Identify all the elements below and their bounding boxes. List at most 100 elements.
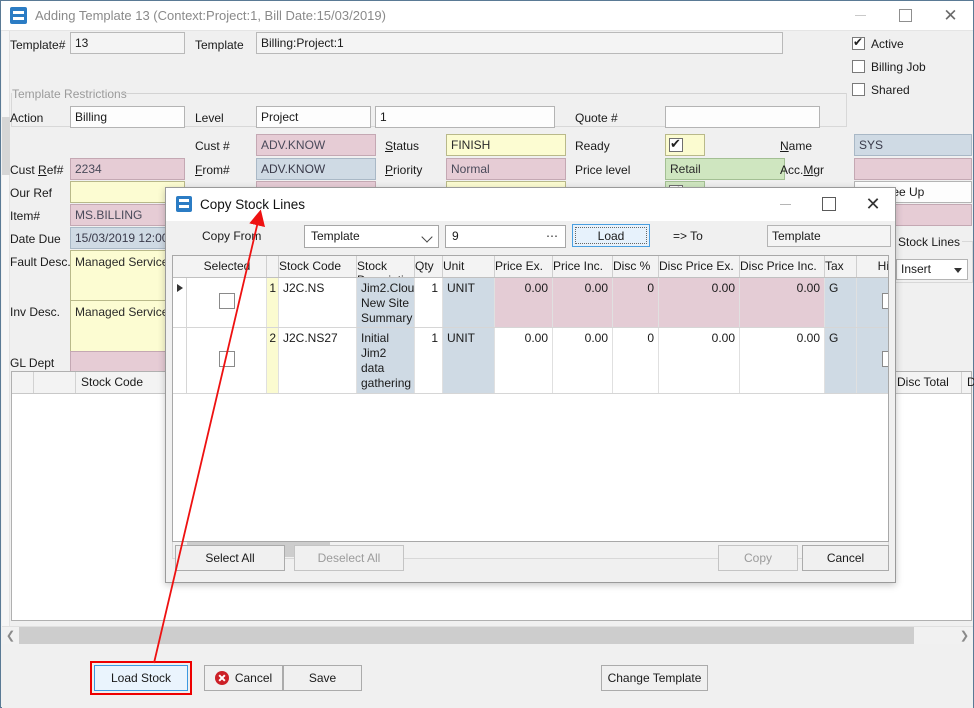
scroll-right-icon[interactable]: ❯	[956, 627, 973, 645]
action-field[interactable]: Billing	[70, 106, 185, 128]
template-field[interactable]: Billing:Project:1	[256, 32, 783, 54]
copy-stock-grid[interactable]: Selected Stock Code Stock Description Qt…	[172, 255, 889, 542]
minimize-button[interactable]	[838, 1, 883, 31]
header-hide[interactable]: Hide	[857, 256, 889, 277]
main-horizontal-scrollbar[interactable]: ❮ ❯	[2, 626, 973, 644]
insert-dropdown-value: Insert	[901, 262, 931, 276]
row-hide-checkbox[interactable]	[882, 351, 889, 367]
acc-mgr-field[interactable]	[854, 158, 972, 180]
cell-disc-pct[interactable]: 0	[613, 278, 659, 327]
cell-hide[interactable]	[857, 278, 889, 327]
header-stock-description[interactable]: Stock Description	[357, 256, 415, 277]
cell-disc-price-ex[interactable]: 0.00	[659, 278, 740, 327]
level-field[interactable]: Project	[256, 106, 371, 128]
cell-stock-code[interactable]: J2C.NS27	[279, 328, 357, 393]
dialog-toolbar: Copy From Template 9 ⋯ Load => To Templa…	[166, 221, 895, 255]
grid-col-rownum	[34, 372, 76, 393]
billing-job-checkbox[interactable]	[852, 60, 865, 73]
main-hscroll-thumb[interactable]	[19, 627, 914, 645]
header-stock-code[interactable]: Stock Code	[279, 256, 357, 277]
status-field[interactable]: FINISH	[446, 134, 566, 156]
header-disc-price-ex[interactable]: Disc Price Ex.	[659, 256, 740, 277]
cell-qty[interactable]: 1	[415, 328, 443, 393]
cell-tax[interactable]: G	[825, 328, 857, 393]
header-selected[interactable]: Selected	[188, 256, 267, 277]
ready-checkbox[interactable]	[665, 134, 705, 156]
header-unit[interactable]: Unit	[443, 256, 495, 277]
inv-desc-label: Inv Desc.	[10, 305, 60, 319]
active-checkbox[interactable]	[852, 37, 865, 50]
copy-from-id-input[interactable]: 9 ⋯	[445, 225, 566, 248]
cell-disc-price-ex[interactable]: 0.00	[659, 328, 740, 393]
cust-ref-field[interactable]: 2234	[70, 158, 185, 180]
close-button[interactable]: ✕	[928, 1, 973, 31]
select-all-button[interactable]: Select All	[175, 545, 285, 571]
cell-selected[interactable]	[188, 328, 267, 393]
quote-field[interactable]	[665, 106, 820, 128]
insert-dropdown[interactable]: Insert	[896, 259, 968, 280]
cust-field[interactable]: ADV.KNOW	[256, 134, 376, 156]
change-template-button[interactable]: Change Template	[601, 665, 708, 691]
shared-checkbox[interactable]	[852, 83, 865, 96]
from-field[interactable]: ADV.KNOW	[256, 158, 376, 180]
chevron-down-icon	[421, 231, 432, 242]
cell-price-inc[interactable]: 0.00	[553, 278, 613, 327]
priority-label: Priority	[385, 163, 422, 177]
focus-outline	[575, 227, 647, 244]
dialog-cancel-button[interactable]: Cancel	[802, 545, 889, 571]
row-hide-checkbox[interactable]	[882, 293, 889, 309]
cell-price-ex[interactable]: 0.00	[495, 278, 553, 327]
cell-disc-price-inc[interactable]: 0.00	[740, 278, 825, 327]
price-level-field[interactable]: Retail	[665, 158, 785, 180]
cell-price-ex[interactable]: 0.00	[495, 328, 553, 393]
level-number-field[interactable]: 1	[375, 106, 555, 128]
header-price-inc[interactable]: Price Inc.	[553, 256, 613, 277]
cell-price-inc[interactable]: 0.00	[553, 328, 613, 393]
load-stock-button[interactable]: Load Stock	[94, 665, 188, 691]
active-label: Active	[871, 37, 904, 51]
row-selected-checkbox[interactable]	[219, 293, 235, 309]
cell-unit[interactable]: UNIT	[443, 278, 495, 327]
left-scrollbar-thumb[interactable]	[2, 117, 10, 175]
load-button[interactable]: Load	[572, 224, 650, 247]
header-qty[interactable]: Qty	[415, 256, 443, 277]
copy-from-type-dropdown[interactable]: Template	[304, 225, 439, 248]
dialog-close-button[interactable]: ✕	[851, 188, 895, 221]
left-vertical-scrollbar[interactable]	[2, 31, 10, 626]
table-row[interactable]: 1 J2C.NS Jim2.Cloud New Site Summary 1 U…	[173, 278, 889, 328]
copy-button[interactable]: Copy	[718, 545, 798, 571]
header-tax[interactable]: Tax	[825, 256, 857, 277]
maximize-button[interactable]	[883, 1, 928, 31]
save-button[interactable]: Save	[283, 665, 362, 691]
dialog-maximize-button[interactable]	[807, 188, 851, 221]
cell-qty[interactable]: 1	[415, 278, 443, 327]
cancel-button-label: Cancel	[235, 671, 272, 685]
table-row[interactable]: 2 J2C.NS27 Initial Jim2 data gathering e…	[173, 328, 889, 394]
cell-disc-pct[interactable]: 0	[613, 328, 659, 393]
cell-stock-description[interactable]: Initial Jim2 data gathering email sent	[357, 328, 415, 393]
quote-label: Quote #	[575, 111, 618, 125]
to-template-field[interactable]: Template	[767, 225, 891, 247]
priority-field[interactable]: Normal	[446, 158, 566, 180]
window-title: Adding Template 13 (Context:Project:1, B…	[35, 8, 386, 23]
cell-hide[interactable]	[857, 328, 889, 393]
name-field[interactable]: SYS	[854, 134, 972, 156]
cust-ref-label: Cust Ref#	[10, 163, 63, 177]
main-hscroll-track[interactable]	[19, 627, 956, 645]
header-disc-price-inc[interactable]: Disc Price Inc.	[740, 256, 825, 277]
header-disc-pct[interactable]: Disc %	[613, 256, 659, 277]
cell-stock-description[interactable]: Jim2.Cloud New Site Summary	[357, 278, 415, 327]
cell-stock-code[interactable]: J2C.NS	[279, 278, 357, 327]
dialog-minimize-button[interactable]	[763, 188, 807, 221]
scroll-left-icon[interactable]: ❮	[2, 627, 19, 645]
cell-unit[interactable]: UNIT	[443, 328, 495, 393]
cell-disc-price-inc[interactable]: 0.00	[740, 328, 825, 393]
cancel-button[interactable]: Cancel	[204, 665, 283, 691]
ellipsis-browse-icon[interactable]: ⋯	[546, 226, 559, 247]
cell-tax[interactable]: G	[825, 278, 857, 327]
row-selected-checkbox[interactable]	[219, 351, 235, 367]
template-no-field[interactable]: 13	[70, 32, 185, 54]
deselect-all-button[interactable]: Deselect All	[294, 545, 404, 571]
cell-selected[interactable]	[188, 278, 267, 327]
header-price-ex[interactable]: Price Ex.	[495, 256, 553, 277]
